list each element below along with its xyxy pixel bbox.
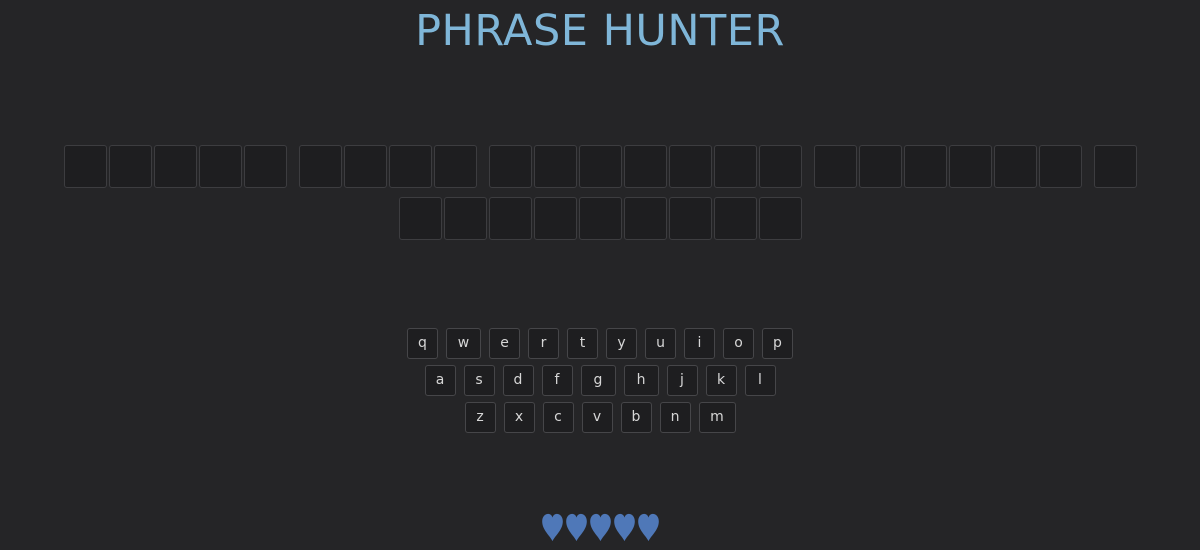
hidden-letter-tile	[298, 145, 342, 188]
hidden-letter-tile	[713, 145, 757, 188]
phrase-word	[1093, 145, 1138, 188]
phrase-word	[63, 145, 288, 188]
key-v[interactable]: v	[581, 402, 613, 433]
phrase-word	[813, 145, 1083, 188]
hidden-letter-tile	[668, 145, 712, 188]
key-n[interactable]: n	[659, 402, 691, 433]
key-y[interactable]: y	[606, 328, 637, 359]
heart-icon	[565, 513, 587, 542]
key-u[interactable]: u	[645, 328, 676, 359]
key-h[interactable]: h	[623, 365, 659, 396]
key-e[interactable]: e	[489, 328, 520, 359]
hidden-letter-tile	[488, 145, 532, 188]
hidden-letter-tile	[243, 145, 287, 188]
hidden-letter-tile	[993, 145, 1037, 188]
hidden-letter-tile	[388, 145, 432, 188]
lives-scoreboard	[0, 512, 1200, 542]
hidden-letter-tile	[758, 197, 802, 240]
key-c[interactable]: c	[542, 402, 574, 433]
key-t[interactable]: t	[567, 328, 598, 359]
phrase-word	[398, 197, 803, 240]
keyboard-row: zxcvbnm	[0, 402, 1200, 433]
heart-icon	[637, 513, 659, 542]
hidden-letter-tile	[623, 145, 667, 188]
phrase-word	[298, 145, 478, 188]
hidden-letter-tile	[903, 145, 947, 188]
hidden-letter-tile	[343, 145, 387, 188]
hidden-letter-tile	[758, 145, 802, 188]
key-x[interactable]: x	[503, 402, 535, 433]
hidden-letter-tile	[398, 197, 442, 240]
key-r[interactable]: r	[528, 328, 559, 359]
key-o[interactable]: o	[723, 328, 754, 359]
key-g[interactable]: g	[580, 365, 616, 396]
hidden-letter-tile	[713, 197, 757, 240]
hidden-letter-tile	[578, 145, 622, 188]
hidden-letter-tile	[623, 197, 667, 240]
heart-icon	[589, 513, 611, 542]
key-z[interactable]: z	[464, 402, 496, 433]
hidden-letter-tile	[108, 145, 152, 188]
key-m[interactable]: m	[698, 402, 736, 433]
hidden-letter-tile	[813, 145, 857, 188]
on-screen-keyboard: qwertyuiop asdfghjkl zxcvbnm	[0, 328, 1200, 439]
keyboard-row: qwertyuiop	[0, 328, 1200, 359]
hidden-letter-tile	[443, 197, 487, 240]
keyboard-row: asdfghjkl	[0, 365, 1200, 396]
heart-icon	[541, 513, 563, 542]
hidden-letter-tile	[858, 145, 902, 188]
heart-icon	[613, 513, 635, 542]
hidden-letter-tile	[198, 145, 242, 188]
game-screen: PHRASE HUNTER qwertyuiop asdfghjkl zxcvbnm	[0, 0, 1200, 550]
hidden-letter-tile	[668, 197, 712, 240]
phrase-row	[0, 145, 1200, 188]
game-title: PHRASE HUNTER	[415, 6, 785, 56]
key-q[interactable]: q	[407, 328, 438, 359]
hidden-letter-tile	[533, 145, 577, 188]
hidden-letter-tile	[153, 145, 197, 188]
phrase-word	[488, 145, 803, 188]
hidden-letter-tile	[63, 145, 107, 188]
key-s[interactable]: s	[463, 365, 495, 396]
key-w[interactable]: w	[446, 328, 481, 359]
hidden-letter-tile	[578, 197, 622, 240]
hidden-letter-tile	[948, 145, 992, 188]
hidden-letter-tile	[1093, 145, 1137, 188]
hidden-letter-tile	[1038, 145, 1082, 188]
key-f[interactable]: f	[541, 365, 573, 396]
key-j[interactable]: j	[666, 365, 698, 396]
hidden-letter-tile	[533, 197, 577, 240]
hidden-letter-tile	[488, 197, 532, 240]
key-i[interactable]: i	[684, 328, 715, 359]
key-k[interactable]: k	[705, 365, 737, 396]
key-b[interactable]: b	[620, 402, 652, 433]
key-d[interactable]: d	[502, 365, 534, 396]
key-p[interactable]: p	[762, 328, 793, 359]
hidden-letter-tile	[433, 145, 477, 188]
key-a[interactable]: a	[424, 365, 456, 396]
phrase-board	[0, 145, 1200, 249]
key-l[interactable]: l	[744, 365, 776, 396]
phrase-row	[0, 197, 1200, 240]
